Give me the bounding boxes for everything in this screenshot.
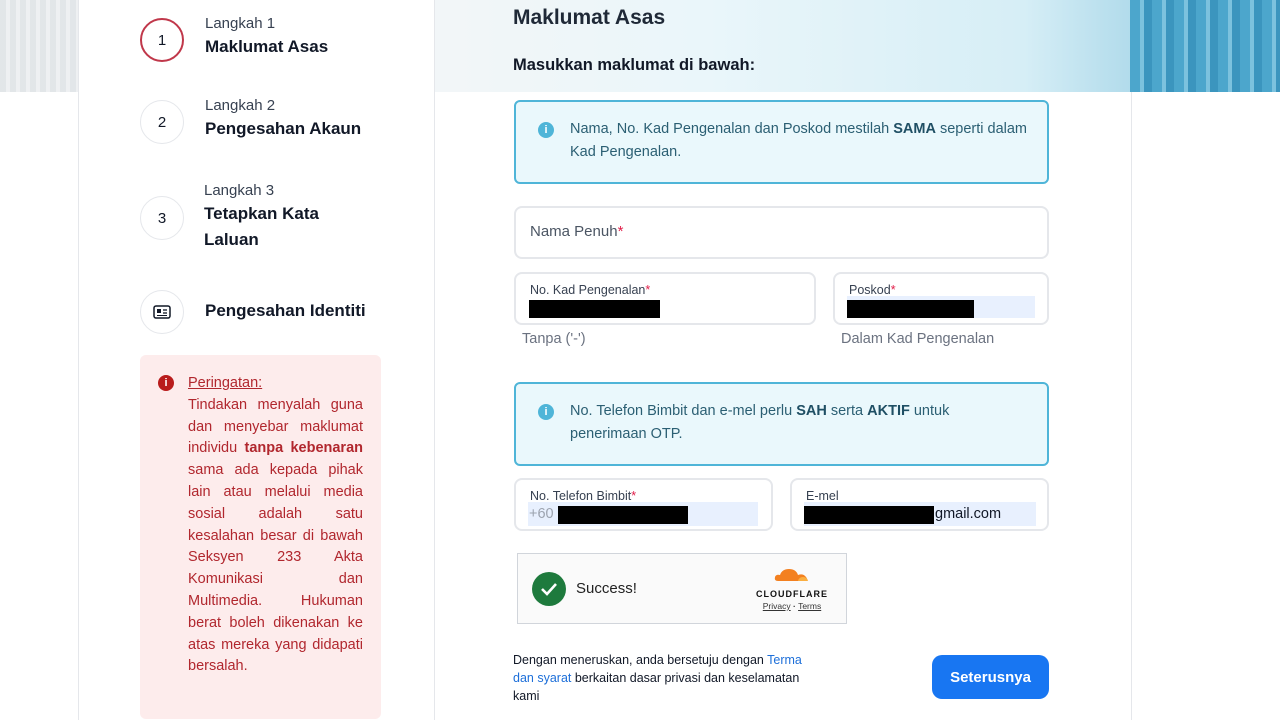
step-2-sub: Langkah 2 <box>205 97 276 114</box>
id-card-icon <box>140 290 184 334</box>
info2-bold2: AKTIF <box>867 403 910 419</box>
warning-icon: i <box>158 375 174 391</box>
info2-mid: serta <box>826 403 868 419</box>
postcode-label: Poskod* <box>849 283 896 297</box>
success-check-icon <box>532 571 566 606</box>
next-button[interactable]: Seterusnya <box>932 655 1049 699</box>
page-title: Maklumat Asas <box>513 6 666 29</box>
phone-label: No. Telefon Bimbit* <box>530 489 636 503</box>
info-text-ic: Nama, No. Kad Pengenalan dan Poskod mest… <box>570 118 1027 164</box>
required-mark: * <box>890 283 896 297</box>
captcha-status: Success! <box>576 580 637 597</box>
links-separator: · <box>793 601 796 611</box>
terms-link[interactable]: Terms <box>798 601 821 611</box>
form-subtitle: Masukkan maklumat di bawah: <box>513 56 756 74</box>
step-3-sub: Langkah 3 <box>204 182 275 199</box>
warning-bold: tanpa kebenaran <box>244 440 363 457</box>
cloudflare-cloud-icon <box>774 569 808 581</box>
info1-bold: SAMA <box>893 121 936 137</box>
step-1-sub: Langkah 1 <box>205 15 276 32</box>
info2-before: No. Telefon Bimbit dan e-mel perlu <box>570 403 797 419</box>
full-name-label: Nama Penuh* <box>530 223 623 240</box>
step-1-number: 1 <box>140 18 184 62</box>
step-1-title: Maklumat Asas <box>205 37 329 56</box>
email-field[interactable]: E-mel gmail.com <box>790 478 1049 531</box>
warning-title: Peringatan: <box>188 375 263 391</box>
ic-label: No. Kad Pengenalan* <box>530 283 650 297</box>
step-4: Pengesahan Identiti <box>140 290 366 334</box>
info-icon: i <box>538 122 554 138</box>
privacy-link[interactable]: Privacy <box>763 601 791 611</box>
ic-hint: Tanpa ('-') <box>522 331 586 347</box>
terms-agreement: Dengan meneruskan, anda bersetuju dengan… <box>513 651 813 705</box>
postcode-hint: Dalam Kad Pengenalan <box>841 331 995 347</box>
email-label: E-mel <box>806 489 839 503</box>
info2-bold1: SAH <box>796 403 827 419</box>
warning-box: i Peringatan: Tindakan menyalah guna dan… <box>140 355 381 719</box>
email-redacted-value <box>804 506 934 524</box>
info-icon: i <box>538 404 554 420</box>
postcode-label-text: Poskod <box>849 283 891 297</box>
step-4-title: Pengesahan Identiti <box>205 301 366 320</box>
required-mark: * <box>617 223 624 240</box>
required-mark: * <box>645 283 651 297</box>
banner-image-left <box>0 0 78 92</box>
step-3-title-line2: Laluan <box>204 230 259 249</box>
email-suffix: gmail.com <box>935 506 1002 522</box>
warning-text: Peringatan: Tindakan menyalah guna dan m… <box>188 373 363 719</box>
postcode-field[interactable]: Poskod* <box>833 272 1049 325</box>
info-text-otp: No. Telefon Bimbit dan e-mel perlu SAH s… <box>570 400 1027 446</box>
required-mark: * <box>631 489 637 503</box>
info-box-ic: i Nama, No. Kad Pengenalan dan Poskod me… <box>514 100 1049 184</box>
step-2-number: 2 <box>140 100 184 144</box>
step-2-title: Pengesahan Akaun <box>205 119 362 138</box>
ic-redacted-value <box>529 300 660 318</box>
step-3-title-line1: Tetapkan Kata <box>204 204 319 223</box>
ic-label-text: No. Kad Pengenalan <box>530 283 646 297</box>
step-3: 3 Langkah 3 Tetapkan Kata Laluan <box>140 182 319 253</box>
agree-before: Dengan meneruskan, anda bersetuju dengan <box>513 653 768 667</box>
panel-divider <box>434 0 435 720</box>
cloudflare-brand: CLOUDFLARE <box>756 589 828 599</box>
full-name-field[interactable]: Nama Penuh* <box>514 206 1049 259</box>
step-2: 2 Langkah 2 Pengesahan Akaun <box>140 97 362 144</box>
cloudflare-logo: CLOUDFLARE Privacy · Terms <box>756 566 828 611</box>
info-box-otp: i No. Telefon Bimbit dan e-mel perlu SAH… <box>514 382 1049 466</box>
step-1: 1 Langkah 1 Maklumat Asas <box>140 15 329 62</box>
cloudflare-captcha[interactable]: Success! CLOUDFLARE Privacy · Terms <box>517 553 847 624</box>
phone-field[interactable]: No. Telefon Bimbit* +60 <box>514 478 773 531</box>
warning-text-part2: sama ada kepada pihak lain atau melalui … <box>188 462 363 675</box>
phone-redacted-value <box>558 506 688 524</box>
phone-prefix: +60 <box>529 506 554 522</box>
banner-image-right <box>1130 0 1280 92</box>
postcode-redacted-value <box>847 300 974 318</box>
step-3-number: 3 <box>140 196 184 240</box>
full-name-label-text: Nama Penuh <box>530 223 618 240</box>
info1-before: Nama, No. Kad Pengenalan dan Poskod mest… <box>570 121 894 137</box>
phone-label-text: No. Telefon Bimbit <box>530 489 632 503</box>
ic-number-field[interactable]: No. Kad Pengenalan* <box>514 272 816 325</box>
